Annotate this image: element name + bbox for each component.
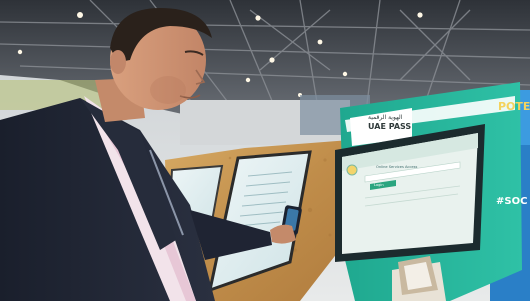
kiosk-brand-latin: UAE PASS bbox=[368, 122, 412, 131]
scene-illustration bbox=[0, 0, 530, 301]
kiosk-brand-arabic: الهوية الرقمية bbox=[368, 114, 403, 121]
kiosk-login-label: Login bbox=[374, 183, 384, 187]
kiosk-screen-heading: Online Services Access bbox=[376, 165, 418, 169]
banner-word: POTE bbox=[498, 100, 530, 113]
photo-scene: الهوية الرقمية UAE PASS Online Services … bbox=[0, 0, 530, 301]
banner-hashtag: #SOC bbox=[496, 196, 528, 207]
